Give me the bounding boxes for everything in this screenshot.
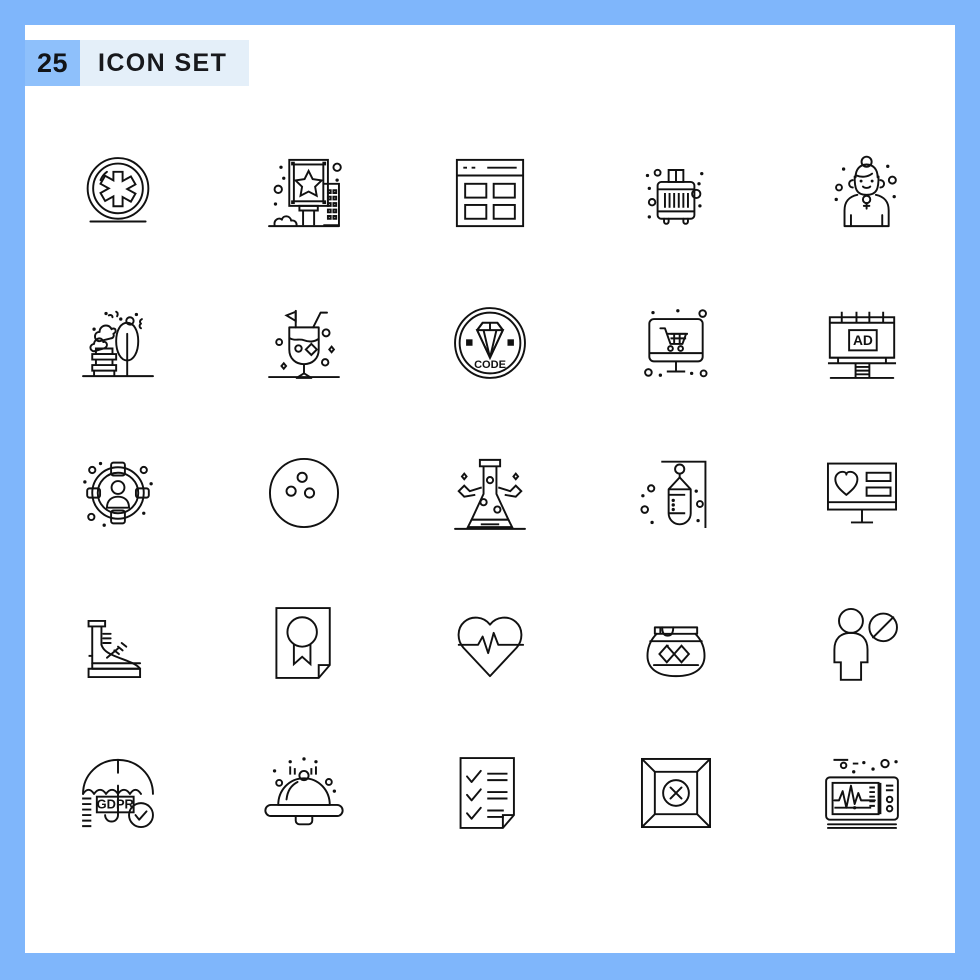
- ad-billboard-icon: AD: [827, 311, 897, 379]
- heartbeat-pulse-icon: [457, 616, 525, 678]
- icon-count-badge: 25: [25, 40, 80, 86]
- icon-cell-certificate-ribbon[interactable]: [211, 568, 397, 718]
- page-title: ICON SET: [98, 48, 228, 77]
- icon-cell-online-shopping-monitor[interactable]: [583, 268, 769, 418]
- box-cancel-icon: [640, 757, 712, 829]
- browser-grid-layout-icon: [455, 158, 525, 228]
- icon-cell-jam-honey-jar[interactable]: [583, 568, 769, 718]
- ad-billboard-label: AD: [853, 333, 873, 348]
- icon-cell-person-blocked[interactable]: [769, 568, 955, 718]
- checklist-document-icon: [459, 757, 515, 829]
- jam-honey-jar-icon: [646, 626, 706, 678]
- icon-cell-monitor-heart-favorite[interactable]: [769, 418, 955, 568]
- icon-cell-boot-shoe[interactable]: [25, 568, 211, 718]
- icon-cell-billboard-star[interactable]: [211, 118, 397, 268]
- food-cloche-platter-icon: [264, 757, 344, 826]
- icon-cell-woman-avatar[interactable]: [769, 118, 955, 268]
- chemistry-flask-icon: [454, 458, 526, 530]
- icon-cell-ad-billboard[interactable]: AD: [769, 268, 955, 418]
- icon-cell-punching-bag[interactable]: [583, 418, 769, 568]
- punching-bag-icon: [640, 460, 707, 528]
- monitor-heart-favorite-icon: [826, 462, 898, 524]
- medical-star-of-life-icon: [86, 157, 150, 223]
- luggage-suitcase-icon: [645, 168, 704, 225]
- icon-cell-food-cloche-platter[interactable]: [211, 718, 397, 868]
- icon-cell-bowling-ball[interactable]: [211, 418, 397, 568]
- header-title-container: ICON SET: [80, 40, 250, 86]
- icon-cell-cocktail-drink[interactable]: [211, 268, 397, 418]
- icon-cell-box-cancel[interactable]: [583, 718, 769, 868]
- icon-grid: CODE AD GDPR: [25, 118, 955, 868]
- icon-set-card: 25 ICON SET CODE AD GDPR: [25, 25, 955, 953]
- code-badge-label: CODE: [474, 359, 506, 371]
- ecg-monitor-icon: [825, 758, 899, 829]
- person-blocked-icon: [833, 607, 898, 681]
- icon-cell-gdpr-umbrella[interactable]: GDPR: [25, 718, 211, 868]
- gdpr-label: GDPR: [97, 797, 135, 812]
- icon-cell-ecg-monitor[interactable]: [769, 718, 955, 868]
- gdpr-umbrella-icon: GDPR: [82, 758, 154, 829]
- certificate-ribbon-icon: [275, 607, 331, 679]
- billboard-star-icon: [268, 158, 342, 228]
- code-diamond-badge-icon: CODE: [454, 307, 526, 379]
- cocktail-drink-icon: [268, 309, 340, 379]
- header: 25 ICON SET: [25, 40, 250, 86]
- online-shopping-monitor-icon: [644, 309, 708, 378]
- icon-cell-browser-grid-layout[interactable]: [397, 118, 583, 268]
- woman-avatar-icon: [834, 155, 897, 228]
- boot-shoe-icon: [87, 619, 142, 679]
- icon-cell-park-bench-tree[interactable]: [25, 268, 211, 418]
- target-audience-icon: [83, 461, 153, 527]
- icon-cell-code-diamond-badge[interactable]: CODE: [397, 268, 583, 418]
- icon-cell-chemistry-flask[interactable]: [397, 418, 583, 568]
- icon-cell-target-audience[interactable]: [25, 418, 211, 568]
- park-bench-tree-icon: [82, 310, 154, 378]
- icon-cell-heartbeat-pulse[interactable]: [397, 568, 583, 718]
- icon-cell-checklist-document[interactable]: [397, 718, 583, 868]
- icon-cell-luggage-suitcase[interactable]: [583, 118, 769, 268]
- icon-cell-medical-star-of-life[interactable]: [25, 118, 211, 268]
- bowling-ball-icon: [268, 457, 340, 529]
